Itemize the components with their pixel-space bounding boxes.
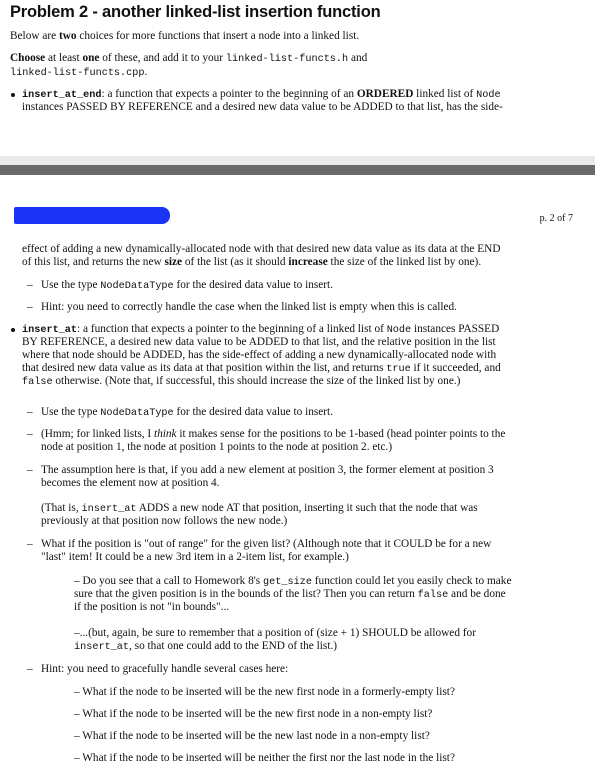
page-gap — [0, 156, 595, 165]
insert-at-end-line-1: insert_at_end: a function that expects a… — [22, 88, 501, 101]
page-number: p. 2 of 7 — [539, 213, 573, 224]
insert-at-line-2: BY REFERENCE, a desired new data value t… — [22, 336, 496, 348]
intro-line-2: Choose at least one of these, and add it… — [10, 52, 368, 65]
that-is-line-2: previously at that position now follows … — [41, 515, 288, 527]
case-item: – What if the node to be inserted will b… — [74, 708, 433, 720]
get-size-line-3: if the position is not "in bounds"... — [74, 601, 230, 613]
out-of-range-line-2: "last" item! It could be a new 3rd item … — [41, 551, 349, 563]
bullet-marker — [11, 93, 15, 97]
dash-marker: – — [27, 538, 33, 550]
hint-cases: Hint: you need to gracefully handle seve… — [41, 663, 289, 675]
get-size-line-2: sure that the given position is in the b… — [74, 588, 506, 601]
insert-at-line-1: insert_at: a function that expects a poi… — [22, 323, 500, 336]
intro-line-3: linked-list-functs.cpp. — [10, 66, 148, 79]
bullet-marker — [11, 328, 15, 332]
get-size-line-1: – Do you see that a call to Homework 8's… — [74, 575, 512, 588]
that-is-line-1: (That is, insert_at ADDS a new node AT t… — [41, 502, 478, 515]
case-item: – What if the node to be inserted will b… — [74, 752, 455, 764]
intro-line-1: Below are two choices for more functions… — [10, 30, 360, 42]
one-based-line-1: (Hmm; for linked lists, I think it makes… — [41, 428, 506, 440]
hint-type-1: Use the type NodeDataType for the desire… — [41, 279, 334, 292]
dash-marker: – — [27, 406, 33, 418]
dash-marker: – — [27, 663, 33, 675]
assumption-line-2: becomes the element now at position 4. — [41, 477, 220, 489]
redaction-mark — [14, 207, 170, 224]
assumption-line-1: The assumption here is that, if you add … — [41, 464, 494, 476]
insert-at-line-5: false otherwise. (Note that, if successf… — [22, 375, 461, 388]
dash-marker: – — [27, 301, 33, 313]
size-plus-one-line-2: insert_at, so that one could add to the … — [74, 640, 338, 653]
insert-at-line-3: where that node should be ADDED, has the… — [22, 349, 497, 361]
page-title: Problem 2 - another linked-list insertio… — [10, 3, 381, 21]
hint-type-2: Use the type NodeDataType for the desire… — [41, 406, 334, 419]
size-plus-one-line-1: –...(but, again, be sure to remember tha… — [74, 627, 476, 639]
insert-at-line-4: that desired new data value as its data … — [22, 362, 501, 375]
dash-marker: – — [27, 428, 33, 440]
case-item: – What if the node to be inserted will b… — [74, 730, 430, 742]
page-separator — [0, 165, 595, 175]
continuation-line-1: effect of adding a new dynamically-alloc… — [22, 243, 501, 255]
hint-empty-list: Hint: you need to correctly handle the c… — [41, 301, 457, 313]
one-based-line-2: node at position 1, the node at position… — [41, 441, 393, 453]
case-item: – What if the node to be inserted will b… — [74, 686, 455, 698]
dash-marker: – — [27, 464, 33, 476]
dash-marker: – — [27, 279, 33, 291]
continuation-line-2: of this list, and returns the new size o… — [22, 256, 482, 268]
insert-at-end-line-2: instances PASSED BY REFERENCE and a desi… — [22, 101, 503, 113]
out-of-range-line-1: What if the position is "out of range" f… — [41, 538, 492, 550]
